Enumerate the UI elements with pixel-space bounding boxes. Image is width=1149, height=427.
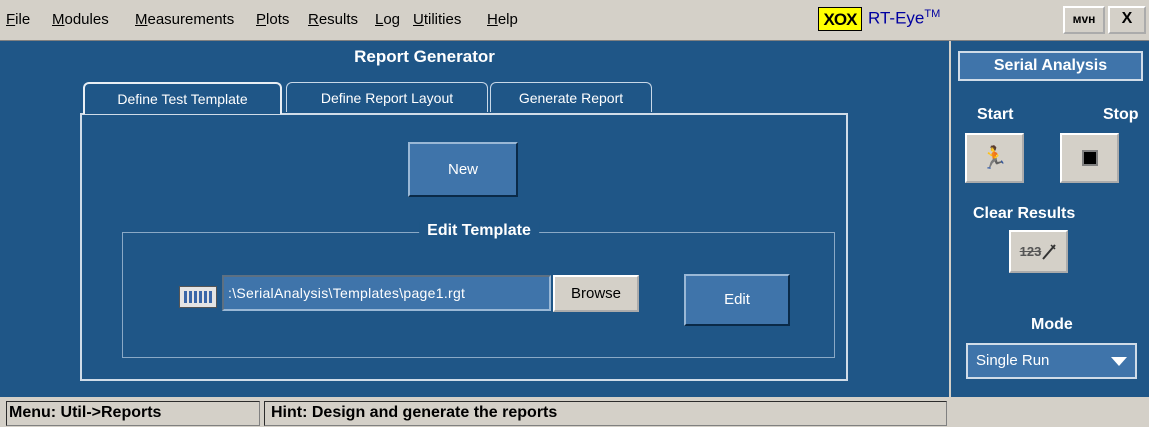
- clear-results-button[interactable]: 123: [1009, 230, 1068, 273]
- clear-results-label: Clear Results: [973, 205, 1076, 222]
- keyboard-icon[interactable]: [179, 286, 217, 308]
- serial-analysis-title: Serial Analysis: [958, 51, 1143, 81]
- menu-log[interactable]: Log: [375, 11, 400, 28]
- page-title: Report Generator: [354, 47, 495, 66]
- keyboard-keys: [184, 291, 212, 303]
- menu-measurements[interactable]: Measurements: [135, 11, 234, 28]
- close-button[interactable]: X: [1108, 6, 1146, 34]
- brand-logo: XOX: [818, 7, 862, 31]
- menu-bar: File Modules Measurements Plots Results …: [0, 0, 1149, 41]
- menu-utilities[interactable]: Utilities: [413, 11, 461, 28]
- new-template-button[interactable]: New: [408, 142, 518, 197]
- stop-button[interactable]: [1060, 133, 1119, 183]
- stop-icon: [1081, 150, 1098, 166]
- start-button[interactable]: 🏃: [965, 133, 1024, 183]
- status-hint: Hint: Design and generate the reports: [264, 401, 947, 426]
- template-path-field[interactable]: :\SerialAnalysis\Templates\page1.rgt: [222, 275, 551, 311]
- menu-help[interactable]: Help: [487, 11, 518, 28]
- menu-file[interactable]: File: [6, 11, 30, 28]
- running-man-icon: 🏃: [980, 145, 1009, 170]
- mode-select[interactable]: Single Run: [966, 343, 1137, 379]
- tab-generate-report[interactable]: Generate Report: [490, 82, 652, 112]
- chevron-down-icon: [1111, 357, 1127, 366]
- menu-modules[interactable]: Modules: [52, 11, 109, 28]
- tab-define-report-layout[interactable]: Define Report Layout: [286, 82, 488, 112]
- status-bar: Menu: Util->Reports Hint: Design and gen…: [0, 399, 1149, 427]
- application-window: File Modules Measurements Plots Results …: [0, 0, 1149, 427]
- stop-label: Stop: [1103, 106, 1139, 123]
- mode-value: Single Run: [976, 352, 1050, 369]
- eraser-icon: 123: [1019, 244, 1042, 259]
- start-label: Start: [977, 106, 1014, 123]
- menu-results[interactable]: Results: [308, 11, 358, 28]
- tek-logo-button[interactable]: ᴍᴠʜ: [1063, 6, 1105, 34]
- product-name: RT-EyeTM: [868, 8, 941, 28]
- edit-template-label: Edit Template: [419, 222, 539, 240]
- edit-template-button[interactable]: Edit: [684, 274, 790, 326]
- mode-label: Mode: [1031, 316, 1073, 333]
- menu-plots[interactable]: Plots: [256, 11, 289, 28]
- status-menu-path: Menu: Util->Reports: [6, 401, 260, 426]
- tab-define-test-template[interactable]: Define Test Template: [83, 82, 282, 114]
- browse-button[interactable]: Browse: [553, 275, 639, 312]
- eraser-stroke-icon: [1042, 243, 1057, 260]
